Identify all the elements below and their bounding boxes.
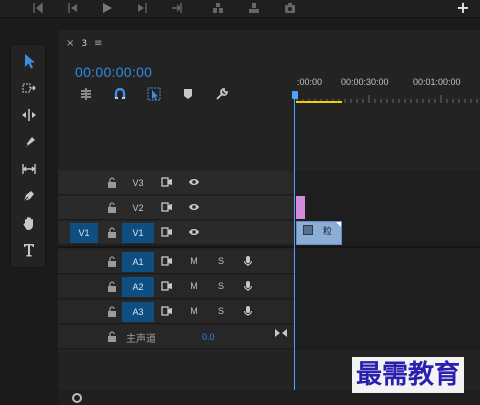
sync-lock-icon[interactable]: [160, 175, 174, 189]
step-forward-icon[interactable]: [134, 1, 150, 15]
master-volume-value[interactable]: 0.0: [202, 332, 215, 342]
go-to-end-icon[interactable]: [274, 328, 288, 338]
sync-lock-icon[interactable]: [160, 200, 174, 214]
sequence-tab[interactable]: × 3 ≡: [66, 38, 103, 49]
snap-icon[interactable]: [112, 86, 128, 102]
zoom-handle[interactable]: [72, 393, 82, 403]
camera-icon[interactable]: [282, 1, 298, 15]
ripple-edit-tool-icon[interactable]: [16, 104, 42, 126]
master-track-label: 主声道: [126, 334, 156, 345]
mute-button[interactable]: M: [187, 253, 201, 269]
work-area-bar[interactable]: [296, 101, 342, 103]
eye-icon[interactable]: [187, 175, 201, 189]
playhead-timecode[interactable]: 00:00:00:00: [75, 64, 152, 80]
v2-clip[interactable]: [296, 196, 305, 219]
track-header-v1: V1 V1: [58, 221, 294, 245]
mute-button[interactable]: M: [187, 303, 201, 319]
track-name[interactable]: A2: [122, 277, 154, 297]
lock-icon[interactable]: [106, 280, 118, 293]
track-name[interactable]: V3: [122, 173, 154, 193]
slip-tool-icon[interactable]: [16, 158, 42, 180]
playhead-line[interactable]: [294, 92, 295, 391]
sequence-tab-label: 3: [81, 38, 88, 49]
ruler-label: 00:00:30:00: [341, 77, 389, 87]
add-marker-icon[interactable]: [180, 86, 196, 102]
lock-icon[interactable]: [106, 176, 118, 189]
microphone-icon[interactable]: [241, 254, 255, 268]
microphone-icon[interactable]: [241, 304, 255, 318]
tools-panel: [10, 44, 46, 268]
eye-icon[interactable]: [187, 200, 201, 214]
solo-button[interactable]: S: [214, 303, 228, 319]
wrench-icon[interactable]: [214, 86, 230, 102]
v1-clip[interactable]: 粒: [296, 221, 342, 245]
sync-lock-icon[interactable]: [160, 254, 174, 268]
mute-button[interactable]: M: [187, 278, 201, 294]
track-header-a3: A3 M S: [58, 300, 294, 324]
track-header-a2: A2 M S: [58, 275, 294, 299]
watermark-logo: 最需教育: [352, 357, 465, 393]
mark-in-icon[interactable]: [30, 1, 46, 15]
selection-tool-icon[interactable]: [16, 50, 42, 72]
linked-selection-icon[interactable]: [146, 86, 162, 102]
type-tool-icon[interactable]: [16, 239, 42, 261]
track-name[interactable]: V1: [122, 223, 154, 243]
tab-close-button[interactable]: ×: [66, 38, 74, 49]
video-audio-divider[interactable]: [58, 246, 480, 248]
pen-tool-icon[interactable]: [16, 185, 42, 207]
nest-sequence-icon[interactable]: [78, 86, 94, 102]
clip-label: 粒: [323, 227, 333, 237]
lock-icon[interactable]: [106, 255, 118, 268]
track-header-v3: V3: [58, 171, 294, 195]
solo-button[interactable]: S: [214, 253, 228, 269]
add-button[interactable]: +: [456, 0, 470, 16]
hand-tool-icon[interactable]: [16, 212, 42, 234]
solo-button[interactable]: S: [214, 278, 228, 294]
microphone-icon[interactable]: [241, 279, 255, 293]
lock-icon[interactable]: [106, 226, 118, 239]
play-icon[interactable]: [99, 1, 115, 15]
sync-lock-icon[interactable]: [160, 225, 174, 239]
tab-menu-icon[interactable]: ≡: [94, 38, 102, 49]
lock-icon[interactable]: [106, 201, 118, 214]
source-patch-v1[interactable]: V1: [70, 223, 98, 243]
track-header-a1: A1 M S: [58, 250, 294, 274]
playhead-handle[interactable]: [292, 91, 298, 99]
clip-corner-icon: [336, 222, 341, 227]
step-back-icon[interactable]: [65, 1, 81, 15]
track-header-master: [58, 325, 294, 349]
go-to-out-icon[interactable]: [169, 1, 185, 15]
track-name[interactable]: V2: [122, 198, 154, 218]
track-header-v2: V2: [58, 196, 294, 220]
sync-lock-icon[interactable]: [160, 279, 174, 293]
lock-icon[interactable]: [106, 330, 118, 343]
overwrite-icon[interactable]: [246, 1, 262, 15]
insert-icon[interactable]: [210, 1, 226, 15]
sync-lock-icon[interactable]: [160, 304, 174, 318]
lock-icon[interactable]: [106, 305, 118, 318]
track-name[interactable]: A1: [122, 252, 154, 272]
transport-bar: +: [0, 0, 480, 18]
fx-badge-icon: [303, 225, 313, 235]
ruler-label: 00:01:00:00: [413, 77, 461, 87]
ruler-label: :00:00: [297, 77, 323, 87]
eye-icon[interactable]: [187, 225, 201, 239]
track-name[interactable]: A3: [122, 302, 154, 322]
track-area[interactable]: [294, 171, 480, 351]
track-select-tool-icon[interactable]: [16, 77, 42, 99]
razor-tool-icon[interactable]: [16, 131, 42, 153]
